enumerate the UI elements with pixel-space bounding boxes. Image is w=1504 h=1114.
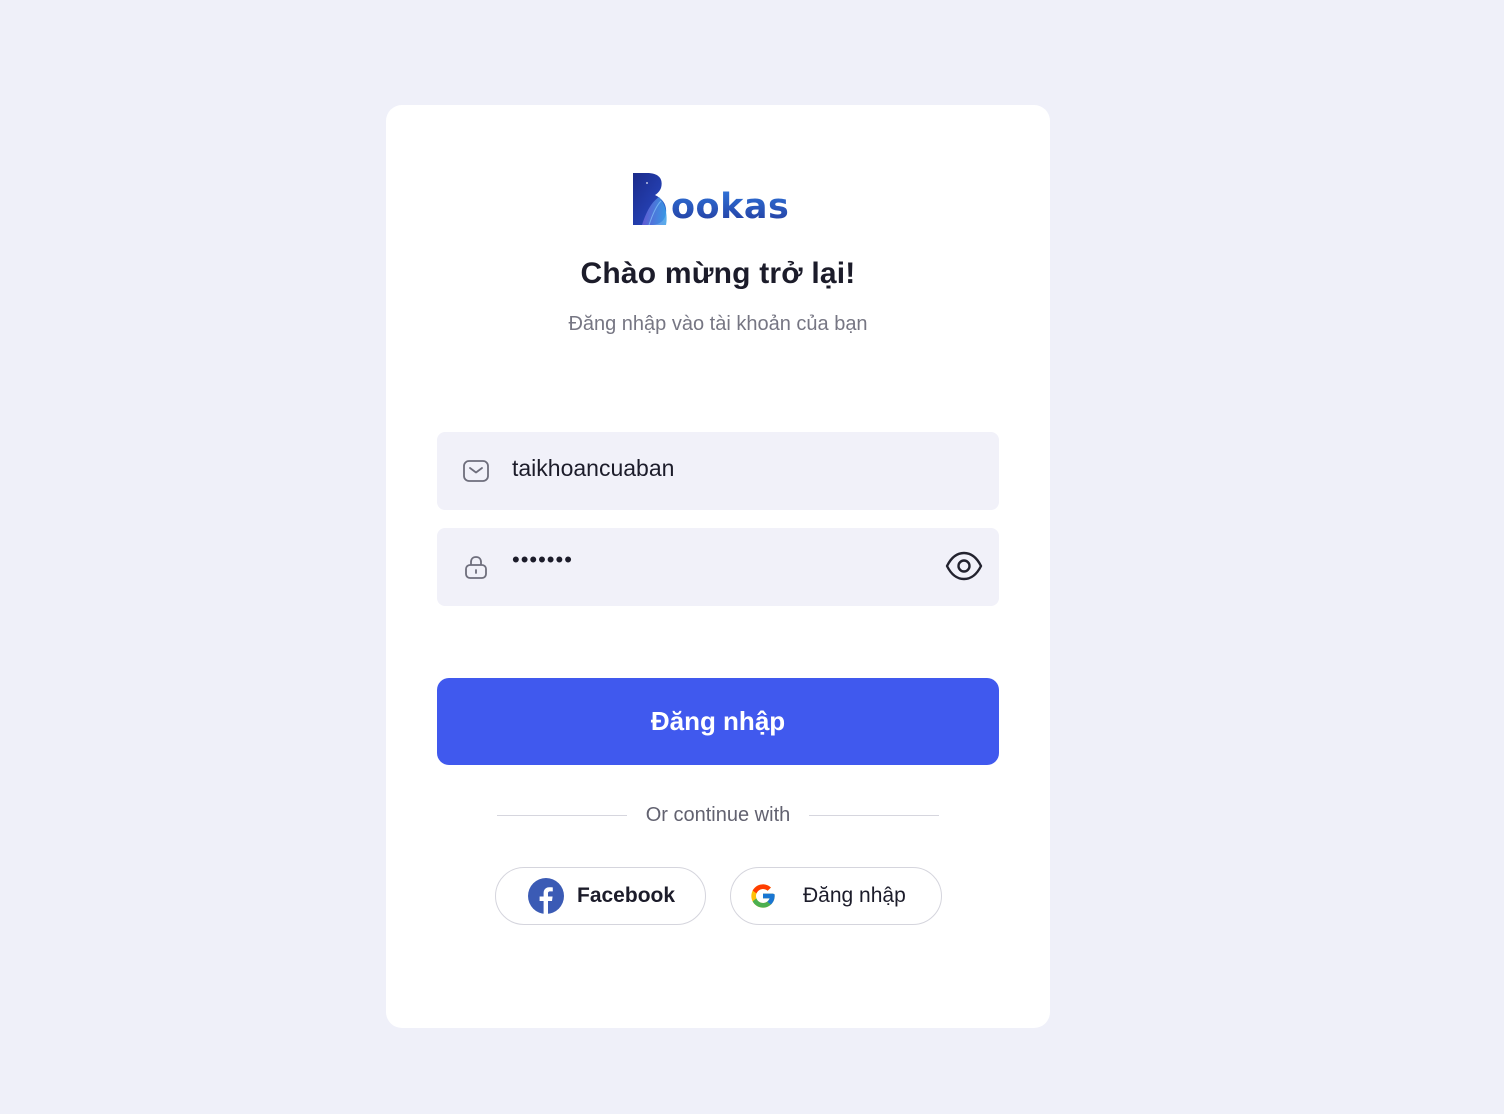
logo-text: ookas — [671, 187, 790, 227]
logo-mark-icon — [633, 173, 667, 225]
google-label: Đăng nhập — [803, 884, 906, 907]
divider-line-left — [497, 814, 627, 816]
facebook-icon — [528, 878, 564, 914]
login-button[interactable]: Đăng nhập — [437, 678, 999, 765]
page-title: Chào mừng trở lại! — [580, 257, 856, 290]
eye-icon[interactable] — [945, 549, 983, 583]
divider: Or continue with — [497, 801, 939, 829]
email-field[interactable] — [437, 432, 999, 510]
page-subtitle: Đăng nhập vào tài khoản của bạn — [568, 313, 868, 335]
password-input[interactable] — [512, 540, 932, 580]
divider-line-right — [809, 814, 939, 816]
password-field[interactable] — [437, 528, 999, 606]
facebook-login-button[interactable]: Facebook — [495, 867, 706, 925]
login-card: ookas Chào mừng trở lại! Đăng nhập vào t… — [386, 105, 1050, 1028]
logo: ookas — [633, 169, 789, 225]
google-icon — [751, 884, 775, 908]
lock-icon — [465, 556, 487, 579]
mail-icon — [463, 460, 489, 482]
google-login-button[interactable]: Đăng nhập — [730, 867, 942, 925]
divider-text: Or continue with — [645, 803, 791, 826]
email-input[interactable] — [512, 448, 932, 488]
facebook-label: Facebook — [577, 884, 676, 907]
